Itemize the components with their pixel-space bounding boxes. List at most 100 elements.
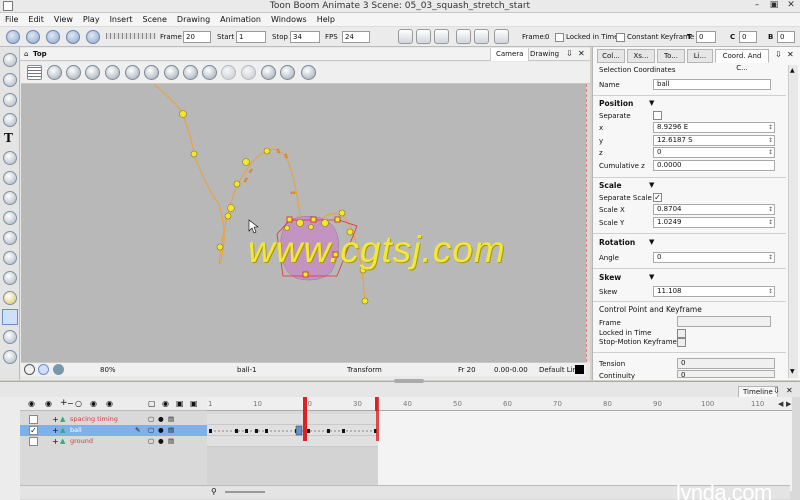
add-keyframe-icon[interactable] [456, 29, 471, 44]
onion-skin-icon[interactable] [494, 29, 509, 44]
layer-lock-icon[interactable]: ● [158, 436, 164, 447]
layer-enable-checkbox[interactable]: ✓ [29, 426, 38, 435]
viewport-menu-icon[interactable]: ⇩ [566, 49, 573, 58]
grid-icon[interactable] [27, 65, 42, 80]
expand-layer-icon[interactable]: + [52, 414, 59, 425]
hand-tool-icon[interactable] [3, 271, 17, 285]
separate-checkbox[interactable] [653, 111, 662, 120]
selected-tool-highlight[interactable] [2, 309, 18, 325]
expand-layer-icon[interactable]: + [52, 436, 59, 447]
skew-collapse-icon[interactable]: ▼ [649, 273, 654, 281]
motion-path-icon[interactable] [434, 29, 449, 44]
zoom-icon[interactable]: ⚲ [211, 487, 217, 496]
stop-icon[interactable] [66, 30, 80, 44]
zoom-level[interactable]: 80% [100, 366, 116, 374]
viewport-vscroll[interactable] [586, 84, 590, 362]
fps-input[interactable]: 24 [342, 31, 370, 43]
menu-file[interactable]: File [0, 13, 23, 27]
layer-color-icon[interactable]: ▤ [168, 414, 174, 425]
bias-input[interactable]: 0 [777, 31, 795, 43]
scale-collapse-icon[interactable]: ▼ [649, 181, 654, 189]
pencil-tool-icon[interactable] [3, 113, 17, 127]
rotate-icon[interactable] [416, 29, 431, 44]
drawing-canvas[interactable] [21, 83, 586, 362]
bone-icon[interactable] [66, 65, 81, 80]
home-icon[interactable]: ⌂ [24, 50, 28, 58]
camera-move-icon[interactable] [398, 29, 413, 44]
menu-play[interactable]: Play [78, 13, 105, 27]
separate-scale-checkbox[interactable]: ✓ [653, 193, 662, 202]
menu-view[interactable]: View [49, 13, 78, 27]
record-tool-icon[interactable] [3, 350, 17, 364]
spin-icon[interactable]: ↕ [768, 205, 773, 214]
expand-layer-icon[interactable]: + [52, 425, 59, 436]
tab-camera[interactable]: Camera [490, 48, 530, 61]
layer-properties-icon[interactable]: ○ [75, 399, 82, 408]
spin-icon[interactable]: ↕ [768, 136, 773, 145]
minimize-icon[interactable]: – [749, 0, 765, 12]
brush-edit-icon[interactable] [280, 65, 295, 80]
layer-color-icon[interactable]: ▤ [168, 425, 174, 436]
peg-layer-icon[interactable]: ◉ [90, 399, 97, 408]
layer-lock-icon[interactable]: ● [158, 425, 164, 436]
layer-row-ball[interactable]: ✓ + ▲ ball ✎ ▢ ● ▤ [20, 425, 207, 436]
timeline-close-icon[interactable]: ✕ [786, 386, 793, 395]
x-input[interactable]: 8.9296 E ↕ [653, 122, 775, 133]
menu-insert[interactable]: Insert [105, 13, 138, 27]
layer-toggle-icon[interactable]: ◉ [28, 399, 35, 408]
continuity-input[interactable]: 0 [739, 31, 757, 43]
ink-tool-icon[interactable] [3, 171, 17, 185]
reset-icon[interactable] [183, 65, 198, 80]
menu-animation[interactable]: Animation [215, 13, 266, 27]
spin-icon[interactable]: ↕ [768, 123, 773, 132]
panel-close-icon[interactable]: ✕ [787, 50, 794, 59]
panel-menu-icon[interactable]: ⇩ [775, 50, 782, 59]
speed-slider[interactable] [106, 33, 156, 39]
flip-icon[interactable] [164, 65, 179, 80]
text-tool-icon[interactable]: T [4, 131, 13, 145]
scroll-down-icon[interactable]: ▼ [790, 368, 795, 375]
scale-y-input[interactable]: 1.0249 ↕ [653, 217, 775, 228]
layer-edit-icon[interactable]: ✎ [135, 425, 140, 436]
playhead[interactable] [303, 397, 307, 441]
layer-visible-icon[interactable]: ▢ [148, 436, 154, 447]
timeline-menu-icon[interactable]: ⇩ [773, 386, 780, 395]
transform-tool-icon[interactable] [3, 291, 17, 305]
layer-name[interactable]: ball [70, 425, 82, 436]
menu-drawing[interactable]: Drawing [172, 13, 215, 27]
line-tool-icon[interactable] [3, 211, 17, 225]
sound-icon[interactable] [86, 30, 100, 44]
maximize-icon[interactable]: ▣ [766, 0, 782, 12]
tab-tool-properties[interactable]: To... [657, 49, 685, 63]
layer-color-icon[interactable]: ▤ [168, 436, 174, 447]
spin-icon[interactable]: ↕ [768, 253, 773, 262]
angle-input[interactable]: 0 ↕ [653, 252, 775, 263]
layer-visible-icon[interactable]: ▢ [148, 414, 154, 425]
layer-enable-checkbox[interactable] [29, 415, 38, 424]
shape-icon[interactable] [301, 65, 316, 80]
zoom-tool-icon[interactable] [3, 251, 17, 265]
stop-input[interactable]: 34 [290, 31, 320, 43]
ruler-scroll-right-icon[interactable]: ▶ [786, 400, 791, 408]
spin-icon[interactable]: ↕ [768, 218, 773, 227]
drawing-layer-icon[interactable]: ◉ [106, 399, 113, 408]
close-icon[interactable]: ✕ [783, 0, 799, 12]
layer-visible-icon[interactable]: ▢ [148, 425, 154, 436]
play-icon[interactable] [6, 30, 20, 44]
expand-icon[interactable]: ▣ [176, 399, 184, 408]
color-swatch[interactable] [575, 365, 584, 374]
spin-icon[interactable]: ↕ [768, 148, 773, 157]
scene-end-marker[interactable] [376, 397, 379, 441]
layer-row-spacing-timing[interactable]: + ▲ spacing timing ▢ ● ▤ [20, 414, 207, 425]
show-all-icon[interactable]: ▢ [148, 399, 156, 408]
camera-view-icon[interactable] [38, 364, 49, 375]
position-collapse-icon[interactable]: ▼ [649, 99, 654, 107]
layer-name[interactable]: spacing timing [70, 414, 118, 425]
lock-all-icon[interactable]: ◉ [162, 399, 169, 408]
contour-editor-icon[interactable] [3, 73, 17, 87]
morph-tool-icon[interactable] [3, 330, 17, 344]
translate-icon[interactable] [85, 65, 100, 80]
frame-input[interactable]: 20 [183, 31, 211, 43]
z-input[interactable]: 0 ↕ [653, 147, 775, 158]
tab-drawing[interactable]: Drawing [526, 48, 563, 61]
